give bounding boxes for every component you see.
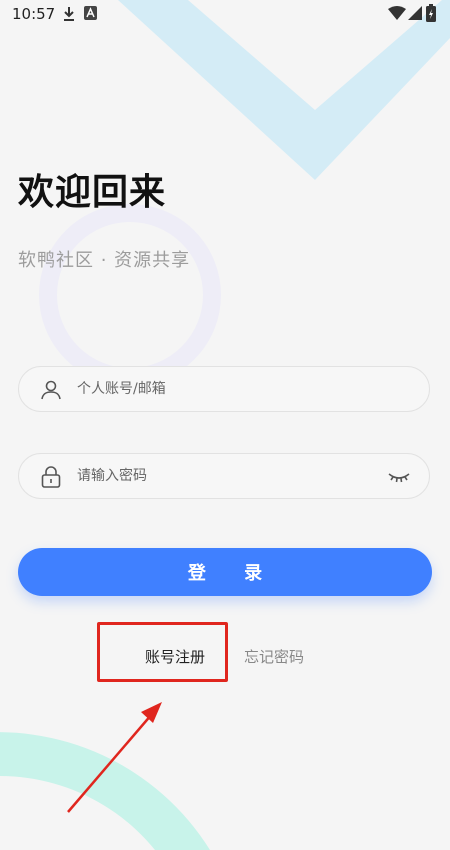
arc-decoration <box>0 732 210 850</box>
battery-icon <box>426 4 436 22</box>
lock-icon <box>41 466 61 488</box>
wifi-icon <box>388 6 406 20</box>
page-subtitle: 软鸭社区 · 资源共享 <box>18 250 191 271</box>
download-icon <box>64 7 74 21</box>
account-field[interactable] <box>18 366 430 412</box>
ring-decoration <box>39 204 221 386</box>
status-bar: 10:57 <box>0 0 450 28</box>
status-time: 10:57 <box>12 5 56 23</box>
signal-icon <box>408 6 422 20</box>
a-box-icon <box>84 6 97 20</box>
user-icon <box>41 380 61 400</box>
password-input[interactable] <box>77 454 377 498</box>
eye-closed-icon[interactable] <box>387 466 411 486</box>
login-button[interactable]: 登 录 <box>18 548 432 596</box>
register-link[interactable]: 账号注册 <box>145 646 205 667</box>
forgot-password-link[interactable]: 忘记密码 <box>244 646 304 667</box>
account-input[interactable] <box>77 367 377 411</box>
background-decoration <box>0 0 450 850</box>
page-title: 欢迎回来 <box>18 172 167 213</box>
password-field[interactable] <box>18 453 430 499</box>
